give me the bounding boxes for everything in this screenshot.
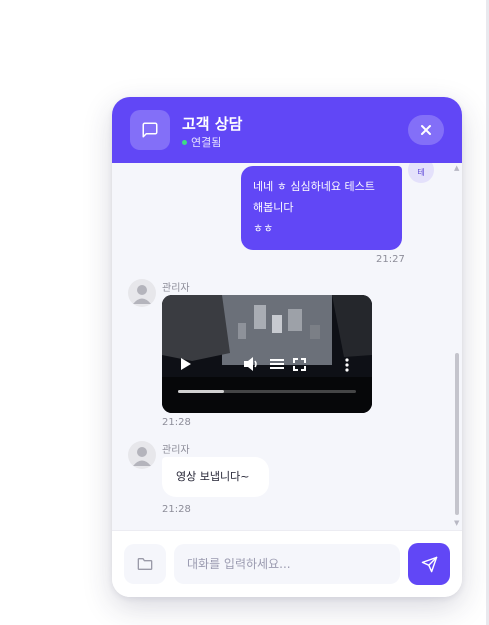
captions-icon [270,359,284,369]
close-button[interactable] [408,115,444,145]
fullscreen-button[interactable] [293,358,306,374]
scrollbar[interactable]: ▲ ▼ [453,163,461,530]
admin-message-bubble: 영상 보냅니다~ [162,457,269,497]
message-time: 21:28 [162,504,191,515]
chat-bubble-icon [130,110,170,150]
message-time: 21:27 [376,254,405,265]
message-time: 21:28 [162,417,191,428]
video-player[interactable] [162,295,372,413]
play-button[interactable] [180,358,191,373]
video-progress-bar[interactable] [178,390,356,393]
chat-title: 고객 상담 [182,115,243,133]
play-icon [181,358,191,370]
chat-widget: 고객 상담 연결됨 테 네네 ㅎ 심심하네요 테스트 해봅니다 ㅎㅎ 21:27 [112,97,462,597]
connection-status: 연결됨 [182,134,221,150]
user-message-bubble: 네네 ㅎ 심심하네요 테스트 해봅니다 ㅎㅎ [241,166,402,250]
video-controls [162,353,372,375]
more-options-button[interactable] [345,358,349,375]
volume-icon [244,357,257,371]
message-line: ㅎㅎ [253,222,274,235]
admin-name: 관리자 [162,283,190,294]
chat-footer [112,530,462,597]
folder-icon [137,558,153,570]
page: 고객 상담 연결됨 테 네네 ㅎ 심심하네요 테스트 해봅니다 ㅎㅎ 21:27 [0,0,489,625]
more-options-icon [345,358,349,372]
message-input[interactable] [174,544,400,584]
send-icon [421,556,437,572]
admin-name: 관리자 [162,445,190,456]
fullscreen-icon [293,358,306,371]
connection-status-label: 연결됨 [191,136,222,149]
scrollbar-thumb[interactable] [455,353,459,515]
volume-button[interactable] [244,357,260,374]
video-progress-fill [178,390,225,393]
chat-header: 고객 상담 연결됨 [112,97,462,163]
close-icon [421,125,431,135]
status-dot-icon [182,139,187,145]
send-button[interactable] [408,543,450,585]
user-avatar: 테 [408,163,434,183]
scroll-down-arrow-icon[interactable]: ▼ [454,519,459,527]
captions-button[interactable] [270,358,284,373]
admin-avatar [128,279,156,307]
message-line: 네네 ㅎ 심심하네요 테스트 [253,180,375,193]
message-line: 해봅니다 [253,201,294,214]
attach-file-button[interactable] [124,544,166,584]
scroll-up-arrow-icon[interactable]: ▲ [454,164,459,172]
message-list[interactable]: 테 네네 ㅎ 심심하네요 테스트 해봅니다 ㅎㅎ 21:27 관리자 21:28… [112,163,462,530]
admin-avatar [128,441,156,469]
